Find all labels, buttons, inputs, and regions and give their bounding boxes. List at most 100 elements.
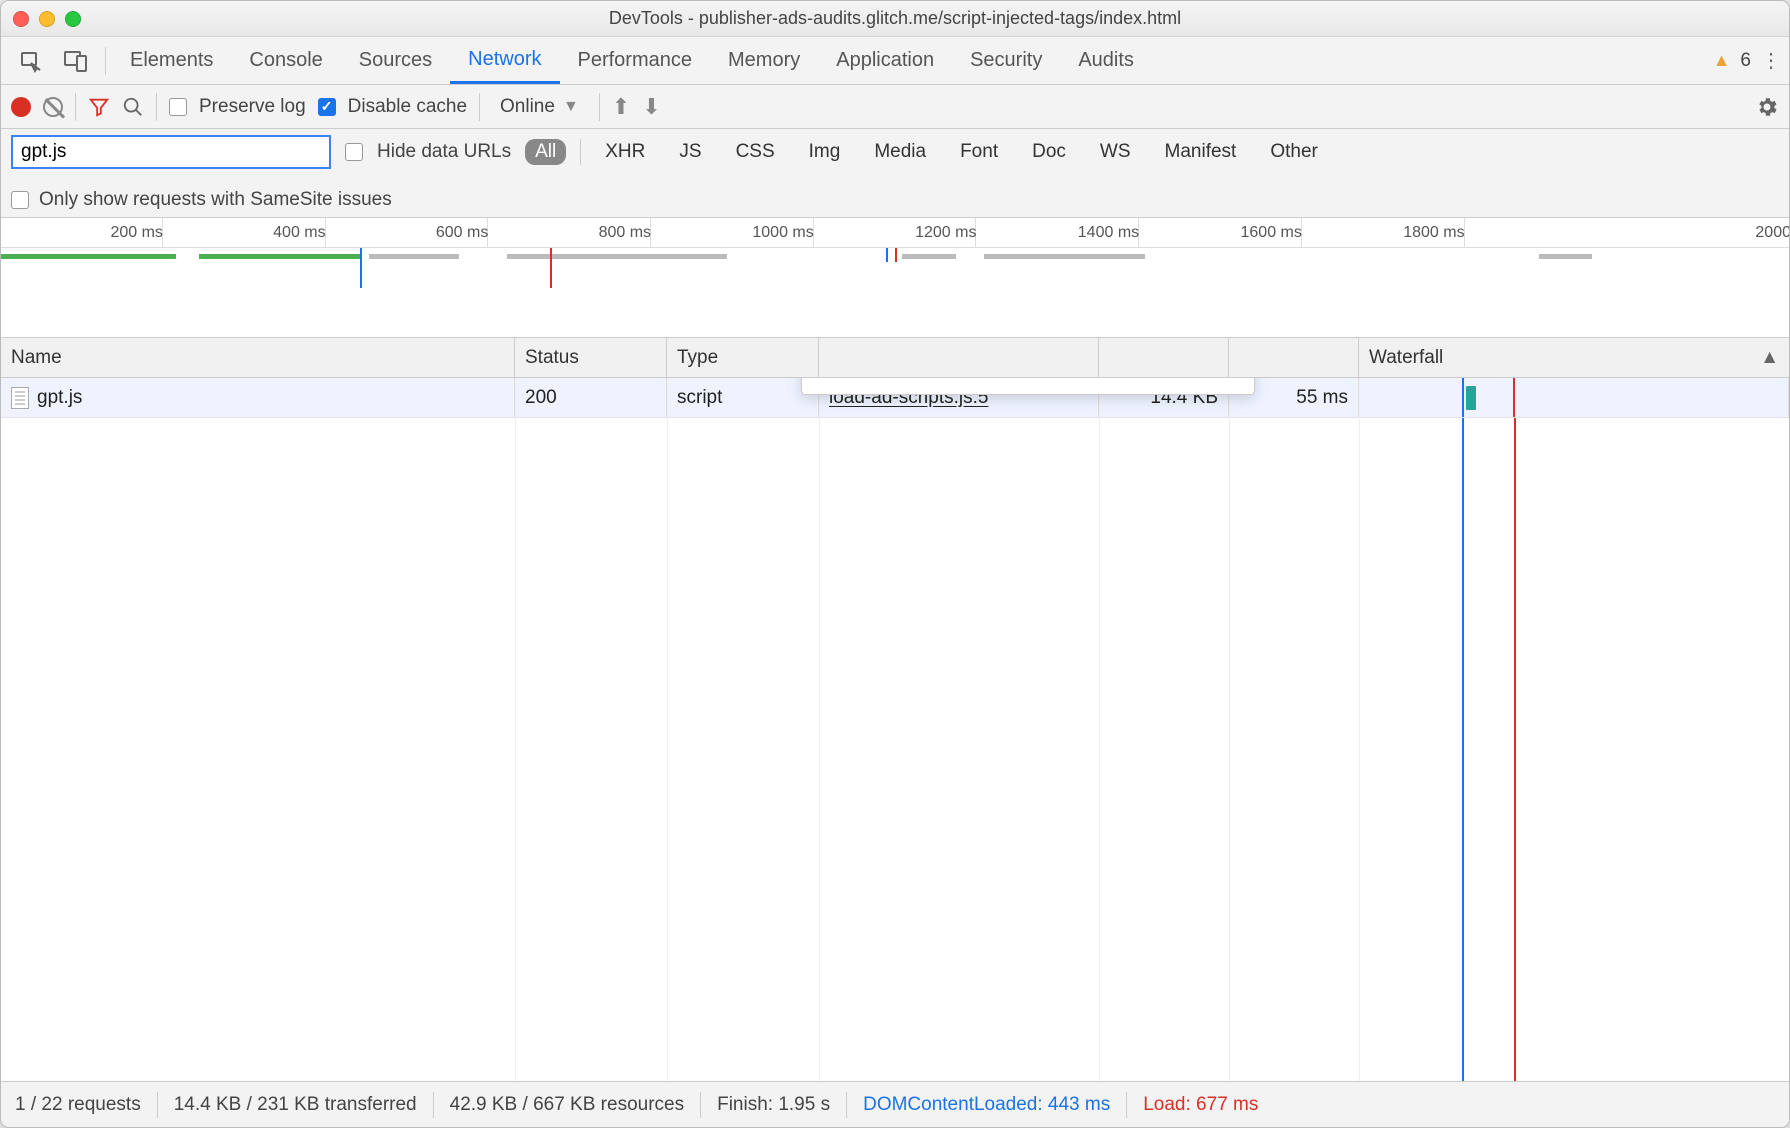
file-icon <box>11 387 29 409</box>
timeline-overview[interactable]: 200 ms 400 ms 600 ms 800 ms 1000 ms 1200… <box>1 218 1789 338</box>
timeline-activity-bar <box>199 254 360 259</box>
filter-bar: Hide data URLs All XHR JS CSS Img Media … <box>1 129 1789 218</box>
settings-icon[interactable] <box>1755 95 1779 119</box>
filter-type-all[interactable]: All <box>525 139 566 165</box>
disable-cache-label: Disable cache <box>348 96 467 118</box>
filter-type-media[interactable]: Media <box>864 139 936 165</box>
download-har-icon[interactable]: ⬇ <box>642 94 660 120</box>
filter-input[interactable] <box>11 135 331 169</box>
titlebar: DevTools - publisher-ads-audits.glitch.m… <box>1 1 1789 37</box>
filter-type-font[interactable]: Font <box>950 139 1008 165</box>
tick-label: 600 ms <box>436 224 488 242</box>
preserve-log-label: Preserve log <box>199 96 306 118</box>
timeline-activity-bar <box>369 254 458 259</box>
tick-label: 400 ms <box>273 224 325 242</box>
request-name: gpt.js <box>37 387 82 409</box>
filter-type-xhr[interactable]: XHR <box>595 139 655 165</box>
initiator-tooltip: loadGpt @ load-ad-scripts.js:5 loadAdScr… <box>801 378 1255 395</box>
tab-network[interactable]: Network <box>450 38 559 84</box>
disable-cache-checkbox[interactable] <box>318 98 336 116</box>
device-toggle-icon[interactable] <box>53 43 99 79</box>
tick-label: 2000 <box>1755 224 1790 242</box>
filter-type-ws[interactable]: WS <box>1090 139 1141 165</box>
timeline-activity-bar <box>1 254 176 259</box>
inspect-icon[interactable] <box>9 43 53 79</box>
request-status: 200 <box>515 378 667 417</box>
filter-type-img[interactable]: Img <box>799 139 851 165</box>
tick-label: 1800 ms <box>1403 224 1464 242</box>
filter-type-doc[interactable]: Doc <box>1022 139 1076 165</box>
tab-sources[interactable]: Sources <box>341 39 450 82</box>
timeline-body <box>1 248 1789 338</box>
timeline-tick-marker <box>895 248 897 262</box>
tab-application[interactable]: Application <box>818 39 952 82</box>
request-type: script <box>667 378 819 417</box>
timeline-tick-marker <box>886 248 888 262</box>
filter-type-manifest[interactable]: Manifest <box>1155 139 1247 165</box>
load-line <box>1513 378 1515 417</box>
window-title: DevTools - publisher-ads-audits.glitch.m… <box>1 8 1789 29</box>
tab-security[interactable]: Security <box>952 39 1060 82</box>
requests-table-header: Name Status Type Waterfall ▲ <box>1 338 1789 378</box>
tab-elements[interactable]: Elements <box>112 39 231 82</box>
status-transferred: 14.4 KB / 231 KB transferred <box>174 1094 417 1116</box>
throttling-select[interactable]: Online ▼ <box>492 94 587 120</box>
status-domcontentloaded: DOMContentLoaded: 443 ms <box>863 1094 1110 1116</box>
tab-audits[interactable]: Audits <box>1060 39 1152 82</box>
column-header-initiator[interactable] <box>819 338 1099 377</box>
column-header-name[interactable]: Name <box>1 338 515 377</box>
clear-button[interactable] <box>43 97 63 117</box>
chevron-down-icon: ▼ <box>563 98 579 116</box>
tick-label: 800 ms <box>599 224 651 242</box>
filter-type-other[interactable]: Other <box>1260 139 1328 165</box>
timeline-ruler: 200 ms 400 ms 600 ms 800 ms 1000 ms 1200… <box>1 218 1789 248</box>
search-icon[interactable] <box>122 96 144 118</box>
timeline-activity-bar <box>902 254 956 259</box>
tab-memory[interactable]: Memory <box>710 39 818 82</box>
more-menu-icon[interactable]: ⋮ <box>1761 48 1781 73</box>
filter-type-css[interactable]: CSS <box>726 139 785 165</box>
load-marker <box>550 248 552 288</box>
record-button[interactable] <box>11 97 31 117</box>
tick-label: 1000 ms <box>752 224 813 242</box>
domcontentloaded-line <box>1462 378 1464 417</box>
hide-data-urls-checkbox[interactable] <box>345 143 363 161</box>
status-load: Load: 677 ms <box>1143 1094 1258 1116</box>
request-waterfall-cell <box>1359 378 1789 417</box>
column-header-time[interactable] <box>1229 338 1359 377</box>
timeline-activity-bar <box>1539 254 1593 259</box>
main-tabs: Elements Console Sources Network Perform… <box>1 37 1789 85</box>
warnings-count[interactable]: 6 <box>1740 50 1751 72</box>
filter-type-js[interactable]: JS <box>669 139 711 165</box>
column-header-size[interactable] <box>1099 338 1229 377</box>
timeline-activity-bar <box>984 254 1145 259</box>
column-header-waterfall[interactable]: Waterfall ▲ <box>1359 338 1789 377</box>
domcontentloaded-marker <box>360 248 362 288</box>
tab-console[interactable]: Console <box>231 39 340 82</box>
requests-table-body: gpt.js 200 script load-ad-scripts.js:5 1… <box>1 378 1789 1081</box>
tick-label: 1600 ms <box>1241 224 1302 242</box>
column-header-status[interactable]: Status <box>515 338 667 377</box>
column-header-type[interactable]: Type <box>667 338 819 377</box>
samesite-checkbox[interactable] <box>11 191 29 209</box>
load-line <box>1514 418 1516 1081</box>
upload-har-icon[interactable]: ⬆ <box>612 94 630 120</box>
status-requests: 1 / 22 requests <box>15 1094 141 1116</box>
waterfall-bar <box>1466 386 1476 410</box>
throttling-value: Online <box>500 96 555 118</box>
waterfall-label: Waterfall <box>1369 347 1443 369</box>
warning-icon[interactable]: ▲ <box>1713 50 1731 71</box>
preserve-log-checkbox[interactable] <box>169 98 187 116</box>
sort-ascending-icon: ▲ <box>1760 347 1779 369</box>
domcontentloaded-line <box>1462 418 1464 1081</box>
tick-label: 1400 ms <box>1078 224 1139 242</box>
tick-label: 200 ms <box>110 224 162 242</box>
network-toolbar: Preserve log Disable cache Online ▼ ⬆ ⬇ <box>1 85 1789 129</box>
devtools-window: DevTools - publisher-ads-audits.glitch.m… <box>0 0 1790 1128</box>
tab-performance[interactable]: Performance <box>560 39 711 82</box>
status-finish: Finish: 1.95 s <box>717 1094 830 1116</box>
hide-data-urls-label: Hide data URLs <box>377 141 511 163</box>
filter-icon[interactable] <box>88 96 110 118</box>
tick-label: 1200 ms <box>915 224 976 242</box>
samesite-label: Only show requests with SameSite issues <box>39 189 392 211</box>
